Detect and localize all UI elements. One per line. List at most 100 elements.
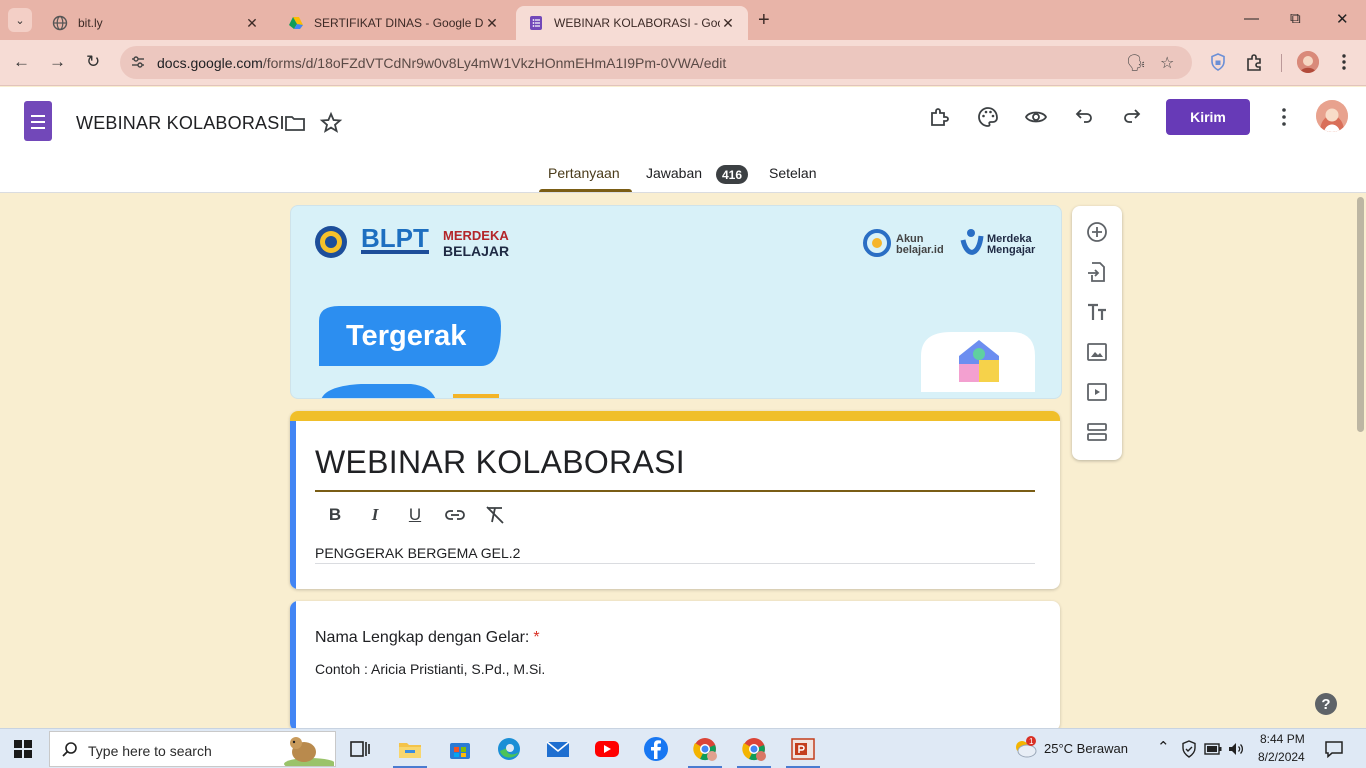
close-tab-icon[interactable]: ✕ [244, 15, 260, 32]
link-icon[interactable] [443, 503, 467, 527]
forward-icon[interactable]: → [49, 52, 66, 72]
responses-count-badge: 416 [716, 165, 749, 184]
url-path: /forms/d/18oFZdVTCdNr9w0v8Ly4mW1VkzHOnmE… [262, 55, 727, 71]
tab-responses[interactable]: Jawaban [646, 165, 702, 181]
close-tab-icon[interactable]: ✕ [484, 15, 500, 32]
clock-time[interactable]: 8:44 PM [1260, 732, 1305, 746]
close-tab-icon[interactable]: ✕ [720, 15, 736, 32]
italic-button[interactable]: I [363, 503, 387, 527]
page-scrollbar[interactable] [1355, 193, 1366, 728]
form-title-input[interactable]: WEBINAR KOLABORASI [315, 444, 685, 481]
browser-tab-active[interactable]: WEBINAR KOLABORASI - Google Forms ✕ [516, 6, 748, 40]
form-description-input[interactable]: PENGGERAK BERGEMA GEL.2 [315, 545, 520, 561]
forms-header: WEBINAR KOLABORASI Kirim Pertanyaan Jawa… [0, 87, 1366, 193]
search-icon [62, 742, 77, 757]
account-avatar[interactable] [1316, 100, 1348, 132]
add-question-icon[interactable] [1085, 220, 1109, 244]
more-options-icon[interactable] [1272, 105, 1296, 129]
taskbar-search-input[interactable]: Type here to search [49, 731, 336, 767]
facebook-icon[interactable] [642, 735, 670, 763]
security-shield-icon[interactable] [1180, 740, 1198, 758]
merdeka-belajar-text-2: BELAJAR [443, 243, 509, 259]
show-hidden-icons-chevron-icon[interactable]: ⌃ [1157, 738, 1170, 756]
question-card[interactable]: Nama Lengkap dengan Gelar: * Contoh : Ari… [290, 601, 1060, 731]
mail-icon[interactable] [544, 735, 572, 763]
restore-icon[interactable]: ⧉ [1290, 10, 1301, 27]
tab-search-button[interactable]: ⌄ [8, 8, 32, 32]
palette-icon[interactable] [976, 105, 1000, 129]
window-close-icon[interactable]: ✕ [1336, 10, 1349, 28]
add-image-icon[interactable] [1085, 340, 1109, 364]
blpt-logo-text: BLPT [361, 223, 429, 253]
powerpoint-icon[interactable] [789, 735, 817, 763]
minimize-icon[interactable]: — [1244, 10, 1259, 27]
scrollbar-thumb[interactable] [1357, 197, 1364, 432]
add-ons-puzzle-icon[interactable] [928, 105, 952, 129]
banner-artwork: BLPT MERDEKA BELAJAR Akun belajar.id Mer… [315, 223, 1036, 398]
browser-menu-icon[interactable] [1334, 52, 1354, 72]
form-title-card[interactable]: WEBINAR KOLABORASI B I U PENGGERAK BERGE… [290, 411, 1060, 589]
tab-title: bit.ly [78, 16, 103, 30]
chrome-profile-icon[interactable] [691, 735, 719, 763]
tab-settings[interactable]: Setelan [769, 165, 816, 181]
undo-icon[interactable] [1072, 105, 1096, 129]
tab-title: WEBINAR KOLABORASI - Google Forms [554, 16, 720, 30]
reload-icon[interactable]: ↻ [86, 52, 100, 72]
extensions-puzzle-icon[interactable] [1244, 52, 1264, 72]
volume-icon[interactable] [1227, 740, 1245, 758]
address-bar[interactable]: docs.google.com/forms/d/18oFZdVTCdNr9w0v… [120, 46, 1192, 79]
clear-formatting-icon[interactable] [483, 503, 507, 527]
question-title[interactable]: Nama Lengkap dengan Gelar: * [315, 629, 540, 647]
document-title[interactable]: WEBINAR KOLABORASI [76, 113, 285, 134]
windows-start-icon[interactable] [14, 740, 32, 758]
browser-tab-strip: ⌄ bit.ly ✕ SERTIFIKAT DINAS - Google Dri… [0, 0, 1366, 40]
weather-text[interactable]: 25°C Berawan [1044, 741, 1128, 756]
clock-date[interactable]: 8/2/2024 [1258, 750, 1305, 764]
floating-toolbar [1072, 206, 1122, 460]
add-section-icon[interactable] [1085, 420, 1109, 444]
browser-tab[interactable]: bit.ly ✕ [40, 6, 272, 40]
edge-browser-icon[interactable] [495, 735, 523, 763]
send-button[interactable]: Kirim [1166, 99, 1250, 135]
preview-eye-icon[interactable] [1024, 105, 1048, 129]
back-icon[interactable]: ← [13, 52, 30, 72]
translate-icon[interactable]: 🗣 [1126, 53, 1146, 73]
tab-questions[interactable]: Pertanyaan [548, 165, 620, 181]
shield-extension-icon[interactable] [1208, 52, 1228, 72]
chrome-profile-icon[interactable] [740, 735, 768, 763]
task-view-icon[interactable] [346, 735, 374, 763]
search-placeholder: Type here to search [88, 743, 212, 759]
google-drive-icon [289, 17, 303, 29]
redo-icon[interactable] [1120, 105, 1144, 129]
form-header-banner[interactable]: BLPT MERDEKA BELAJAR Akun belajar.id Mer… [290, 205, 1062, 399]
import-questions-icon[interactable] [1085, 260, 1109, 284]
site-settings-icon[interactable] [130, 54, 146, 70]
new-tab-button[interactable]: + [758, 9, 770, 32]
globe-icon [52, 15, 68, 31]
add-video-icon[interactable] [1085, 380, 1109, 404]
mengajar-text-2: Mengajar [987, 244, 1036, 256]
tergerak-text: Tergerak [346, 320, 467, 352]
help-button[interactable]: ? [1315, 693, 1337, 715]
folder-icon[interactable] [283, 111, 307, 135]
browser-profile-avatar[interactable] [1297, 51, 1319, 73]
youtube-icon[interactable] [593, 735, 621, 763]
weather-badge-count: 1 [1029, 737, 1034, 746]
bold-button[interactable]: B [323, 503, 347, 527]
bookmark-star-icon[interactable]: ☆ [1160, 53, 1174, 73]
google-forms-logo-icon[interactable] [24, 101, 52, 141]
search-highlight-image [284, 737, 334, 766]
question-description[interactable]: Contoh : Aricia Pristianti, S.Pd., M.Si. [315, 661, 545, 677]
merdeka-belajar-text-1: MERDEKA [443, 228, 509, 243]
weather-cloud-icon[interactable]: 1 [1012, 735, 1040, 761]
tab-title: SERTIFIKAT DINAS - Google Drive [314, 16, 484, 30]
star-icon[interactable] [319, 111, 343, 135]
question-indicator [290, 601, 296, 731]
add-title-icon[interactable] [1085, 300, 1109, 324]
file-explorer-icon[interactable] [396, 735, 424, 763]
microsoft-store-icon[interactable] [446, 735, 474, 763]
battery-icon[interactable] [1204, 742, 1222, 756]
underline-button[interactable]: U [403, 503, 427, 527]
notifications-icon[interactable] [1324, 740, 1344, 758]
browser-tab[interactable]: SERTIFIKAT DINAS - Google Drive ✕ [276, 6, 512, 40]
